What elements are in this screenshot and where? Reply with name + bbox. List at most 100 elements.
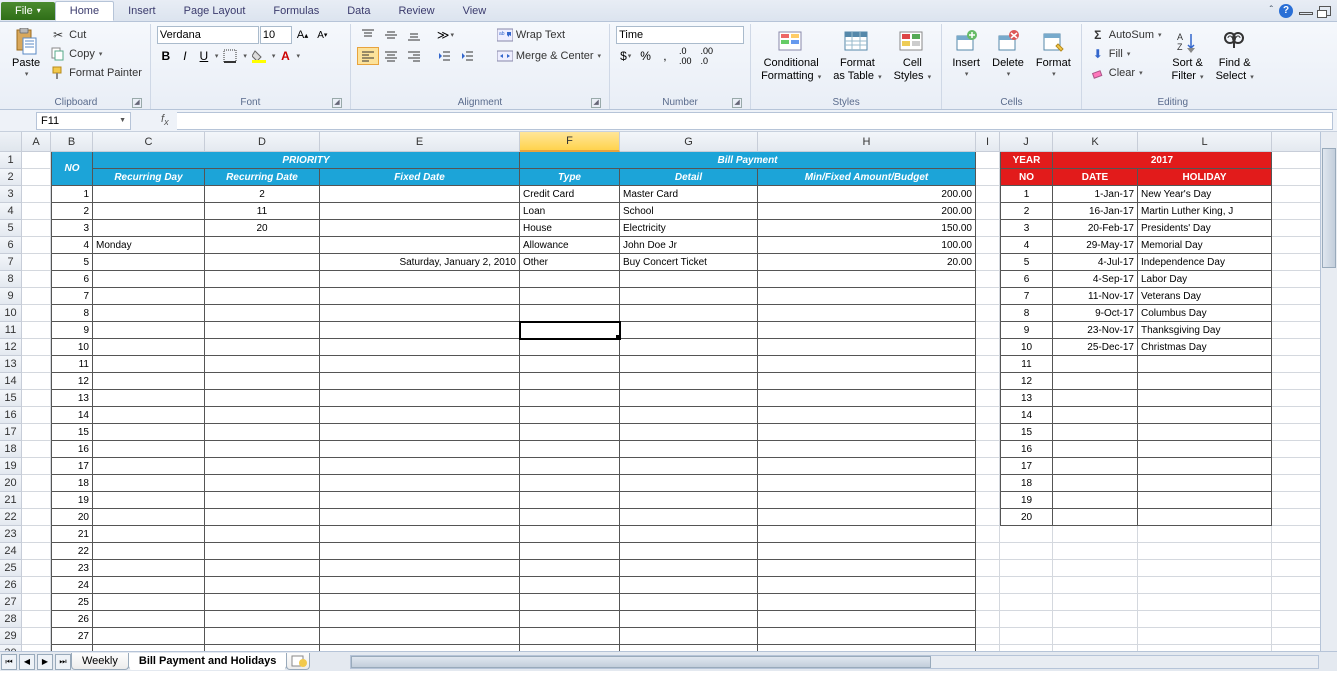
cell[interactable]	[22, 645, 51, 651]
cell[interactable]	[320, 373, 520, 390]
cell[interactable]: John Doe Jr	[620, 237, 758, 254]
cell[interactable]	[620, 611, 758, 628]
cell[interactable]: 13	[1000, 390, 1053, 407]
cell[interactable]	[976, 186, 1000, 203]
cell[interactable]: 25	[51, 594, 93, 611]
cell[interactable]	[93, 458, 205, 475]
cell[interactable]: 6	[1000, 271, 1053, 288]
cell[interactable]	[1053, 390, 1138, 407]
cell[interactable]	[93, 203, 205, 220]
cell[interactable]	[22, 424, 51, 441]
cell[interactable]	[1138, 475, 1272, 492]
cell[interactable]	[320, 390, 520, 407]
cell[interactable]	[620, 356, 758, 373]
cell[interactable]	[205, 492, 320, 509]
underline-button[interactable]: U	[195, 47, 213, 65]
row-header[interactable]: 24	[0, 543, 22, 560]
cell[interactable]	[758, 390, 976, 407]
cell[interactable]	[22, 288, 51, 305]
cell[interactable]	[520, 492, 620, 509]
cell[interactable]	[976, 441, 1000, 458]
cell[interactable]: Christmas Day	[1138, 339, 1272, 356]
cell[interactable]	[976, 356, 1000, 373]
cell[interactable]	[620, 458, 758, 475]
cell[interactable]	[620, 509, 758, 526]
cell[interactable]: 2	[1000, 203, 1053, 220]
cell[interactable]	[758, 458, 976, 475]
cell[interactable]	[1138, 458, 1272, 475]
cell[interactable]	[93, 594, 205, 611]
sheet-tab-weekly[interactable]: Weekly	[71, 653, 129, 670]
cell[interactable]: 100.00	[758, 237, 976, 254]
cell[interactable]: Thanksgiving Day	[1138, 322, 1272, 339]
cell[interactable]	[758, 560, 976, 577]
cell[interactable]: 9-Oct-17	[1053, 305, 1138, 322]
cell[interactable]	[205, 237, 320, 254]
cell[interactable]	[758, 475, 976, 492]
cell[interactable]: Master Card	[620, 186, 758, 203]
cell[interactable]	[520, 271, 620, 288]
cell[interactable]: 23-Nov-17	[1053, 322, 1138, 339]
cell[interactable]	[320, 509, 520, 526]
cell[interactable]	[1053, 543, 1138, 560]
dialog-launcher-icon[interactable]: ◢	[132, 98, 142, 108]
cell[interactable]	[1053, 424, 1138, 441]
align-right-icon[interactable]	[403, 47, 425, 65]
number-format-select[interactable]	[616, 26, 744, 44]
cell[interactable]	[320, 594, 520, 611]
cell[interactable]: 200.00	[758, 203, 976, 220]
decrease-font-icon[interactable]: A▾	[313, 26, 331, 44]
cell[interactable]	[320, 186, 520, 203]
cell[interactable]	[976, 594, 1000, 611]
cell[interactable]	[976, 424, 1000, 441]
cell[interactable]	[520, 594, 620, 611]
cell[interactable]	[320, 424, 520, 441]
cell[interactable]: 16	[51, 441, 93, 458]
cell[interactable]	[205, 288, 320, 305]
dialog-launcher-icon[interactable]: ◢	[332, 98, 342, 108]
row-header[interactable]: 5	[0, 220, 22, 237]
cell[interactable]	[93, 526, 205, 543]
cell[interactable]	[1138, 526, 1272, 543]
row-header[interactable]: 8	[0, 271, 22, 288]
cell[interactable]	[520, 288, 620, 305]
cell[interactable]	[320, 322, 520, 339]
cell[interactable]: 4-Sep-17	[1053, 271, 1138, 288]
cell[interactable]: 9	[1000, 322, 1053, 339]
column-header[interactable]: F	[520, 132, 620, 152]
cell[interactable]	[22, 186, 51, 203]
cell[interactable]	[22, 611, 51, 628]
cell[interactable]	[620, 628, 758, 645]
cell[interactable]: Recurring Day	[93, 169, 205, 186]
cell[interactable]	[320, 526, 520, 543]
cell[interactable]	[520, 645, 620, 651]
cell[interactable]: Martin Luther King, J	[1138, 203, 1272, 220]
cell[interactable]	[1000, 611, 1053, 628]
cell[interactable]	[1000, 526, 1053, 543]
cell[interactable]	[620, 594, 758, 611]
row-header[interactable]: 11	[0, 322, 22, 339]
cell[interactable]	[93, 577, 205, 594]
row-header[interactable]: 14	[0, 373, 22, 390]
row-header[interactable]: 13	[0, 356, 22, 373]
cell[interactable]: 16	[1000, 441, 1053, 458]
cell[interactable]	[1053, 645, 1138, 651]
tab-view[interactable]: View	[449, 2, 501, 20]
cell[interactable]	[1000, 645, 1053, 651]
cell[interactable]	[22, 322, 51, 339]
cell[interactable]	[1138, 492, 1272, 509]
cell[interactable]	[22, 305, 51, 322]
column-header[interactable]: I	[976, 132, 1000, 152]
cell[interactable]	[93, 220, 205, 237]
cell[interactable]	[22, 577, 51, 594]
row-header[interactable]: 16	[0, 407, 22, 424]
cell[interactable]: 11-Nov-17	[1053, 288, 1138, 305]
cell[interactable]	[520, 390, 620, 407]
cell[interactable]: 11	[205, 203, 320, 220]
cell[interactable]	[205, 441, 320, 458]
column-header[interactable]: K	[1053, 132, 1138, 152]
cell[interactable]	[320, 475, 520, 492]
row-header[interactable]: 20	[0, 475, 22, 492]
cut-button[interactable]: ✂Cut	[48, 26, 144, 44]
row-header[interactable]: 29	[0, 628, 22, 645]
